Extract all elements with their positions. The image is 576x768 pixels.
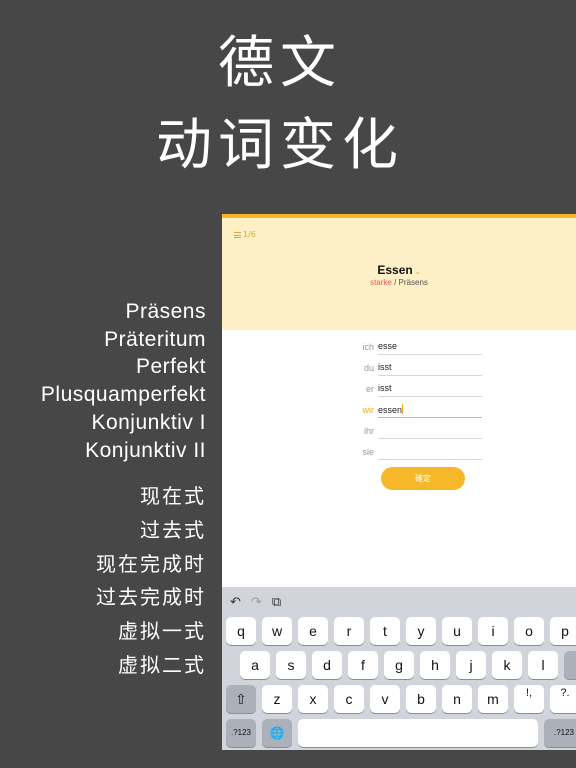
hero-title-line2: 动词变化: [156, 113, 404, 178]
key-z[interactable]: z: [262, 685, 292, 713]
subtitle-separator: /: [391, 278, 399, 287]
tense-zh-item: 虚拟一式: [118, 619, 206, 644]
key-e[interactable]: e: [298, 617, 328, 645]
keyboard: ↶ ↷ ⧉ q w e r t y u i o p a s d f g h j …: [222, 587, 576, 750]
numbers-key-right[interactable]: .?123: [544, 719, 576, 747]
confirm-button[interactable]: 確定: [381, 467, 465, 490]
key-f[interactable]: f: [348, 651, 378, 679]
key-q[interactable]: q: [226, 617, 256, 645]
verb-name: Essen: [377, 263, 413, 277]
key-i[interactable]: i: [478, 617, 508, 645]
tense-de-item: Präsens: [125, 300, 206, 323]
tense-de-item: Präteritum: [104, 327, 206, 351]
numbers-key-left[interactable]: .?123: [226, 719, 256, 747]
key-w[interactable]: w: [262, 617, 292, 645]
key-return-partial[interactable]: [564, 651, 576, 679]
verb-subtitle: starke / Präsens: [222, 278, 576, 287]
key-u[interactable]: u: [442, 617, 472, 645]
menu-button[interactable]: 1/6: [234, 230, 256, 239]
hero-title-line1: 德文: [218, 31, 342, 96]
conjugation-row: ihr: [222, 422, 576, 442]
answer-input[interactable]: isst: [378, 362, 482, 376]
conjugation-row: ich esse: [222, 338, 576, 358]
verb-type: starke: [370, 278, 392, 287]
key-g[interactable]: g: [384, 651, 414, 679]
key-h[interactable]: h: [420, 651, 450, 679]
conjugation-row: er isst: [222, 380, 576, 400]
tense-zh-item: 现在式: [140, 484, 206, 508]
key-v[interactable]: v: [370, 685, 400, 713]
pronoun-label: er: [365, 384, 374, 394]
answer-input[interactable]: esse: [378, 341, 482, 355]
pronoun-label: sie: [362, 447, 374, 457]
answer-input[interactable]: isst: [378, 383, 482, 397]
shift-key[interactable]: ⇧: [226, 685, 256, 713]
tense-de-item: Perfekt: [135, 355, 206, 379]
verb-header: 1/6 Essen ⌄ starke / Präsens: [222, 218, 576, 330]
conjugation-row-active: wir essen: [222, 401, 576, 421]
verb-title[interactable]: Essen ⌄: [222, 263, 576, 277]
keyboard-toolbar: ↶ ↷ ⧉: [230, 595, 281, 610]
device-screen: 1/6 Essen ⌄ starke / Präsens ich esse du …: [222, 214, 576, 750]
progress-label: 1/6: [243, 230, 256, 239]
menu-icon: [234, 231, 241, 238]
tense-name: Präsens: [398, 278, 428, 287]
tense-list-de: Präsens Präteritum Perfekt Plusquamperfe…: [41, 298, 206, 464]
tense-zh-item: 现在完成时: [96, 551, 206, 576]
key-m[interactable]: m: [478, 685, 508, 713]
tense-zh-item: 虚拟二式: [118, 652, 206, 677]
key-c[interactable]: c: [334, 685, 364, 713]
key-exclaim-comma[interactable]: !,: [514, 685, 544, 713]
key-p[interactable]: p: [550, 617, 576, 645]
key-b[interactable]: b: [406, 685, 436, 713]
answer-text: essen: [378, 405, 403, 415]
key-t[interactable]: t: [370, 617, 400, 645]
undo-icon[interactable]: ↶: [230, 595, 241, 610]
tense-zh-item: 过去式: [140, 517, 206, 542]
key-y[interactable]: y: [406, 617, 436, 645]
tense-zh-item: 过去完成时: [96, 585, 206, 610]
key-l[interactable]: l: [528, 651, 558, 679]
conjugation-row: du isst: [222, 359, 576, 379]
redo-icon[interactable]: ↷: [251, 595, 262, 610]
key-r[interactable]: r: [334, 617, 364, 645]
tense-de-item: Konjunktiv II: [85, 438, 206, 462]
pronoun-label: ihr: [363, 426, 374, 436]
answer-input[interactable]: [378, 446, 482, 460]
pronoun-label: du: [363, 363, 374, 373]
key-x[interactable]: x: [298, 685, 328, 713]
pronoun-label: wir: [362, 405, 375, 415]
key-o[interactable]: o: [514, 617, 544, 645]
tense-list-zh: 现在式 过去式 现在完成时 过去完成时 虚拟一式 虚拟二式: [96, 480, 206, 683]
pronoun-label: ich: [362, 342, 374, 352]
key-n[interactable]: n: [442, 685, 472, 713]
answer-input[interactable]: [378, 425, 482, 439]
answer-input-focused[interactable]: essen: [378, 404, 482, 418]
tense-de-item: Plusquamperfekt: [40, 383, 206, 407]
text-cursor: [402, 404, 404, 414]
chevron-down-icon: ⌄: [414, 269, 421, 276]
paste-icon[interactable]: ⧉: [272, 595, 281, 610]
key-j[interactable]: j: [456, 651, 486, 679]
key-d[interactable]: d: [312, 651, 342, 679]
key-k[interactable]: k: [492, 651, 522, 679]
key-question-period[interactable]: ?.: [550, 685, 576, 713]
space-bar[interactable]: [298, 719, 538, 747]
globe-icon[interactable]: 🌐: [262, 719, 292, 747]
key-a[interactable]: a: [240, 651, 270, 679]
conjugation-row: sie: [222, 443, 576, 463]
tense-de-item: Konjunktiv I: [91, 410, 206, 434]
key-s[interactable]: s: [276, 651, 306, 679]
